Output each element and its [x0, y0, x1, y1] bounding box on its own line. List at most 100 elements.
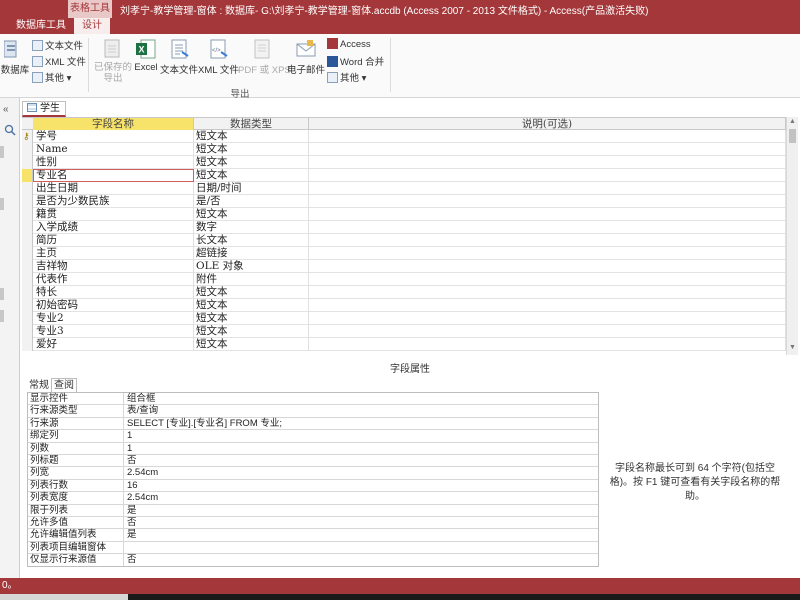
property-value[interactable]: 表/查询: [125, 405, 599, 417]
data-type-cell[interactable]: 日期/时间: [194, 182, 309, 195]
data-type-cell[interactable]: 短文本: [194, 169, 309, 182]
data-type-cell[interactable]: 短文本: [194, 312, 309, 325]
property-value[interactable]: 组合框: [125, 393, 599, 405]
data-type-cell[interactable]: 短文本: [194, 338, 309, 351]
description-cell[interactable]: [309, 182, 786, 195]
field-row[interactable]: 代表作 附件: [22, 273, 786, 286]
property-row[interactable]: 允许多值否: [28, 516, 599, 530]
field-name-cell[interactable]: 爱好: [33, 338, 194, 351]
property-value[interactable]: 否: [125, 517, 599, 529]
data-type-cell[interactable]: 长文本: [194, 234, 309, 247]
field-name-cell[interactable]: 初始密码: [33, 299, 194, 312]
row-selector[interactable]: [22, 260, 33, 273]
word-merge-button[interactable]: Word 合并: [327, 54, 384, 68]
data-type-cell[interactable]: OLE 对象: [194, 260, 309, 273]
row-selector[interactable]: [22, 182, 33, 195]
property-row[interactable]: 列表行数 16: [28, 479, 599, 493]
property-value[interactable]: 2.54cm: [125, 492, 599, 504]
field-row[interactable]: 吉祥物 OLE 对象: [22, 260, 786, 273]
row-selector[interactable]: [22, 299, 33, 312]
description-cell[interactable]: [309, 130, 786, 143]
tab-design[interactable]: 设计: [74, 18, 110, 34]
description-cell[interactable]: [309, 234, 786, 247]
property-row[interactable]: 绑定列 1: [28, 430, 599, 443]
property-value[interactable]: 否: [125, 455, 599, 467]
description-cell[interactable]: [309, 247, 786, 260]
field-row[interactable]: 性别 短文本: [22, 156, 786, 169]
field-name-cell[interactable]: 专业3: [33, 325, 194, 338]
export-access-button[interactable]: Access: [327, 38, 371, 50]
other-small-button[interactable]: 其他 ▾: [32, 70, 71, 84]
other-button[interactable]: 其他 ▾: [327, 70, 366, 84]
field-name-cell[interactable]: 性别: [33, 156, 194, 169]
property-value[interactable]: 1: [125, 443, 599, 455]
field-row[interactable]: Name 短文本: [22, 143, 786, 156]
grid-scrollbar[interactable]: ▲ ▼: [786, 117, 798, 355]
table-tools-context-tab[interactable]: 表格工具: [68, 0, 112, 18]
field-name-cell[interactable]: 籍贯: [33, 208, 194, 221]
field-row[interactable]: 专业名 短文本: [22, 169, 786, 182]
field-row[interactable]: 是否为少数民族 是/否: [22, 195, 786, 208]
export-text-file-button[interactable]: 文本文件: [160, 38, 198, 76]
property-value[interactable]: 否: [125, 554, 599, 566]
row-selector[interactable]: [22, 286, 33, 299]
property-row[interactable]: 行来源类型 表/查询: [28, 405, 599, 418]
property-row[interactable]: 显示控件 组合框: [28, 393, 599, 406]
property-row[interactable]: 限于列表是: [28, 504, 599, 517]
field-row[interactable]: 初始密码 短文本: [22, 299, 786, 312]
search-icon[interactable]: [4, 124, 16, 136]
description-cell[interactable]: [309, 143, 786, 156]
tab-database-tools[interactable]: 数据库工具: [10, 18, 72, 34]
property-value[interactable]: [125, 542, 599, 554]
description-cell[interactable]: [309, 169, 786, 182]
property-value[interactable]: SELECT [专业].[专业名] FROM 专业;: [125, 418, 599, 430]
data-type-cell[interactable]: 短文本: [194, 130, 309, 143]
description-cell[interactable]: [309, 260, 786, 273]
scroll-thumb[interactable]: [789, 129, 796, 143]
field-row[interactable]: 专业3 短文本: [22, 325, 786, 338]
field-name-cell[interactable]: Name: [33, 143, 194, 156]
tab-general[interactable]: 常规: [27, 379, 51, 393]
property-row[interactable]: 行来源 SELECT [专业].[专业名] FROM 专业;: [28, 417, 599, 431]
field-row[interactable]: 入学成绩 数字: [22, 221, 786, 234]
property-value[interactable]: 是: [125, 529, 599, 541]
description-cell[interactable]: [309, 325, 786, 338]
email-button[interactable]: 电子邮件: [287, 38, 325, 76]
scroll-up-icon[interactable]: ▲: [789, 118, 796, 125]
doc-tab-student[interactable]: 学生: [22, 101, 66, 117]
collapse-nav-button[interactable]: «: [3, 104, 9, 115]
field-name-cell[interactable]: 入学成绩: [33, 221, 194, 234]
row-selector[interactable]: [22, 195, 33, 208]
property-value[interactable]: 1: [125, 430, 599, 442]
property-value[interactable]: 16: [125, 480, 599, 492]
row-selector[interactable]: ⚷: [22, 130, 33, 143]
description-cell[interactable]: [309, 221, 786, 234]
saved-exports-button[interactable]: 已保存的 导出: [92, 38, 134, 84]
property-row[interactable]: 列标题否: [28, 454, 599, 468]
property-row[interactable]: 仅显示行来源值否: [28, 554, 599, 567]
row-selector[interactable]: [22, 156, 33, 169]
data-type-cell[interactable]: 是/否: [194, 195, 309, 208]
description-cell[interactable]: [309, 273, 786, 286]
field-row[interactable]: 出生日期 日期/时间: [22, 182, 786, 195]
row-selector[interactable]: [22, 143, 33, 156]
field-name-cell[interactable]: 出生日期: [33, 182, 194, 195]
description-cell[interactable]: [309, 156, 786, 169]
description-cell[interactable]: [309, 338, 786, 351]
header-data-type[interactable]: 数据类型: [194, 118, 309, 130]
row-selector[interactable]: [22, 312, 33, 325]
field-name-cell[interactable]: 吉祥物: [33, 260, 194, 273]
tab-lookup[interactable]: 查阅: [51, 378, 77, 392]
data-type-cell[interactable]: 短文本: [194, 208, 309, 221]
text-file-small-button[interactable]: 文本文件: [32, 38, 83, 52]
property-row[interactable]: 允许编辑值列表是: [28, 529, 599, 542]
header-description[interactable]: 说明(可选): [309, 118, 786, 130]
row-selector[interactable]: [22, 325, 33, 338]
description-cell[interactable]: [309, 208, 786, 221]
row-selector[interactable]: [22, 221, 33, 234]
export-excel-button[interactable]: X Excel: [133, 38, 159, 73]
header-field-name[interactable]: 字段名称: [33, 118, 194, 130]
data-type-cell[interactable]: 超链接: [194, 247, 309, 260]
field-row[interactable]: ⚷ 学号 短文本: [22, 130, 786, 143]
property-value[interactable]: 是: [125, 505, 599, 517]
